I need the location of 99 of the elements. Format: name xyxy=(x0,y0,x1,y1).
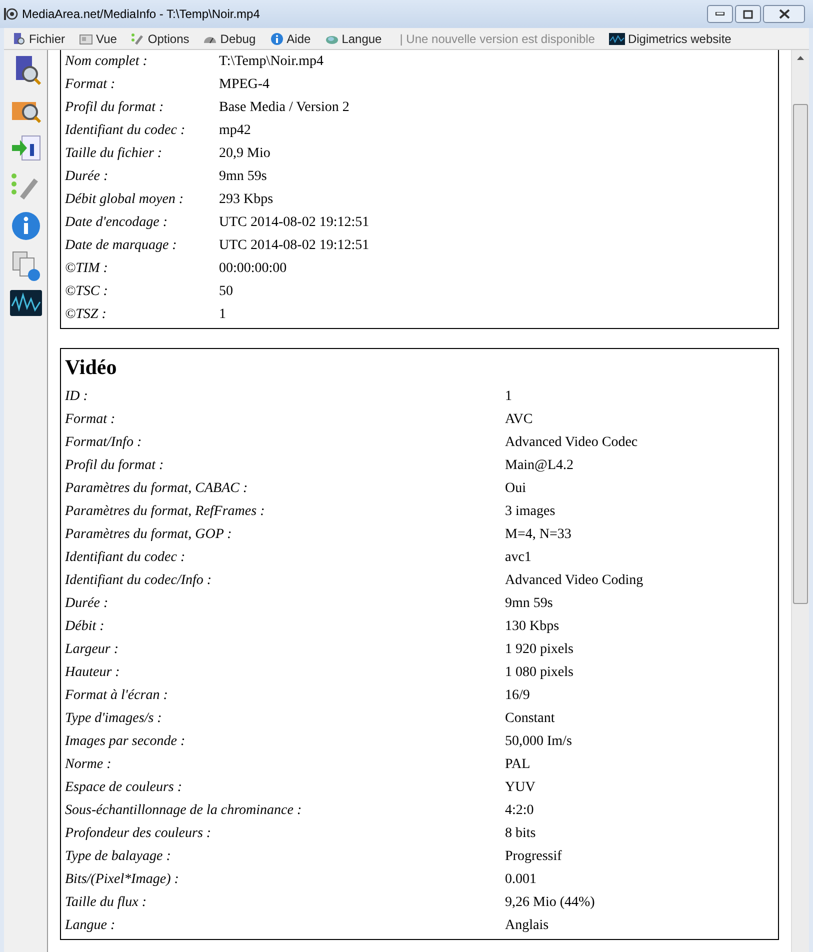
field-label: ©TSC : xyxy=(65,283,109,301)
field-label: Paramètres du format, GOP : xyxy=(65,526,233,544)
field-label: Durée : xyxy=(65,168,110,186)
window-icon xyxy=(79,32,94,46)
field-value: 16/9 xyxy=(505,687,530,705)
section-title: Vidéo xyxy=(65,354,118,382)
field-value: Anglais xyxy=(505,917,549,935)
field-value: 293 Kbps xyxy=(219,191,274,209)
field-value: 50 xyxy=(219,283,233,301)
field-label: Profil du format : xyxy=(65,99,165,117)
field-label: Bits/(Pixel*Image) : xyxy=(65,871,180,889)
waveform-icon xyxy=(608,32,625,44)
field-label: Langue : xyxy=(65,917,116,935)
field-label: Durée : xyxy=(65,595,110,613)
field-value: 50,000 Im/s xyxy=(505,733,572,751)
field-value: 9mn 59s xyxy=(505,595,553,613)
field-value: M=4, N=33 xyxy=(505,526,572,544)
minimize-button[interactable] xyxy=(707,5,733,23)
field-label: Sous-échantillonnage de la chrominance : xyxy=(65,802,303,820)
info-import-icon[interactable] xyxy=(10,134,42,162)
update-notice: | Une nouvelle version est disponible xyxy=(400,30,595,48)
field-label: Norme : xyxy=(65,756,112,774)
field-value: Oui xyxy=(505,480,526,498)
field-value: UTC 2014-08-02 19:12:51 xyxy=(219,237,370,255)
field-label: Nom complet : xyxy=(65,53,148,71)
scrollbar[interactable] xyxy=(791,50,809,952)
close-icon xyxy=(778,9,790,19)
field-value: T:\Temp\Noir.mp4 xyxy=(219,53,324,71)
field-value: AVC xyxy=(505,411,533,429)
field-value: 4:2:0 xyxy=(505,802,534,820)
field-value: UTC 2014-08-02 19:12:51 xyxy=(219,214,370,232)
field-label: Identifiant du codec : xyxy=(65,122,186,140)
field-value: mp42 xyxy=(219,122,251,140)
field-label: ©TSZ : xyxy=(65,306,108,324)
field-value: 1 920 pixels xyxy=(505,641,574,659)
field-value: 130 Kbps xyxy=(505,618,560,636)
field-value: Advanced Video Codec xyxy=(505,434,638,452)
menu-item[interactable]: Langue xyxy=(342,30,382,48)
field-label: ©TIM : xyxy=(65,260,109,278)
app-icon xyxy=(4,7,18,21)
field-label: ID : xyxy=(65,388,89,406)
field-label: Taille du flux : xyxy=(65,894,148,912)
field-label: Espace de couleurs : xyxy=(65,779,184,797)
field-value: 20,9 Mio xyxy=(219,145,270,163)
menu-item[interactable]: Debug xyxy=(220,30,256,48)
menu-item[interactable]: Vue xyxy=(96,30,117,48)
field-label: Profondeur des couleurs : xyxy=(65,825,212,843)
scroll-thumb[interactable] xyxy=(793,104,808,604)
field-label: Identifiant du codec : xyxy=(65,549,186,567)
field-value: 1 xyxy=(505,388,512,406)
field-label: Identifiant du codec/Info : xyxy=(65,572,213,590)
field-label: Format : xyxy=(65,411,116,429)
field-value: 0.001 xyxy=(505,871,536,889)
field-label: Format à l'écran : xyxy=(65,687,169,705)
field-label: Format/Info : xyxy=(65,434,143,452)
menu-item[interactable]: Aide xyxy=(286,30,311,48)
close-button[interactable] xyxy=(763,5,805,23)
field-label: Paramètres du format, CABAC : xyxy=(65,480,249,498)
field-value: 00:00:00:00 xyxy=(219,260,287,278)
menu-item[interactable]: Options xyxy=(148,30,190,48)
website-link[interactable]: Digimetrics website xyxy=(628,30,732,48)
wrench-icon xyxy=(130,32,145,46)
field-value: PAL xyxy=(505,756,530,774)
field-value: avc1 xyxy=(505,549,532,567)
waveform-icon[interactable] xyxy=(10,290,42,316)
info-icon[interactable] xyxy=(10,210,42,242)
field-value: Base Media / Version 2 xyxy=(219,99,350,117)
menu-item[interactable]: Fichier xyxy=(29,30,66,48)
field-label: Profil du format : xyxy=(65,457,165,475)
info-icon xyxy=(270,32,284,46)
documents-globe-icon[interactable] xyxy=(10,250,42,282)
field-label: Paramètres du format, RefFrames : xyxy=(65,503,266,521)
field-label: Hauteur : xyxy=(65,664,121,682)
field-value: 9mn 59s xyxy=(219,168,267,186)
field-label: Format : xyxy=(65,76,116,94)
field-label: Largeur : xyxy=(65,641,120,659)
field-value: Constant xyxy=(505,710,555,728)
field-label: Date de marquage : xyxy=(65,237,178,255)
field-label: Type de balayage : xyxy=(65,848,172,866)
field-label: Type d'images/s : xyxy=(65,710,163,728)
field-label: Images par seconde : xyxy=(65,733,186,751)
field-value: 8 bits xyxy=(505,825,536,843)
window-title: MediaArea.net/MediaInfo - T:\Temp\Noir.mp4 xyxy=(22,6,260,23)
field-value: 3 images xyxy=(505,503,556,521)
maximize-button[interactable] xyxy=(735,5,761,23)
field-label: Débit : xyxy=(65,618,106,636)
field-value: Progressif xyxy=(505,848,562,866)
field-label: Débit global moyen : xyxy=(65,191,185,209)
field-value: 1 080 pixels xyxy=(505,664,574,682)
field-value: Main@L4.2 xyxy=(505,457,574,475)
field-label: Date d'encodage : xyxy=(65,214,169,232)
field-value: MPEG-4 xyxy=(219,76,270,94)
field-value: Advanced Video Coding xyxy=(505,572,644,590)
field-value: 9,26 Mio (44%) xyxy=(505,894,595,912)
field-value: 1 xyxy=(219,306,226,324)
field-label: Taille du fichier : xyxy=(65,145,164,163)
field-value: YUV xyxy=(505,779,536,797)
restore-icon xyxy=(743,10,753,18)
minimize-icon xyxy=(715,12,725,16)
